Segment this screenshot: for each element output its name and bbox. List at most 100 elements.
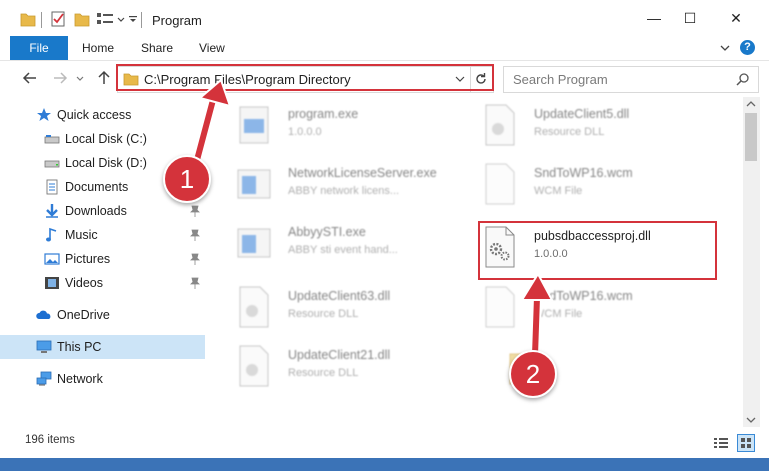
- executable-icon: [237, 228, 271, 258]
- file-explorer-window: Program — ☐ ✕ File Home Share View ? C:\…: [0, 0, 769, 471]
- pin-icon[interactable]: [190, 229, 200, 241]
- file-icon: [485, 286, 515, 328]
- videos-icon: [45, 277, 59, 289]
- folder-icon: [20, 13, 36, 27]
- dll-file-icon: [485, 104, 515, 146]
- maximize-button[interactable]: ☐: [667, 0, 713, 36]
- pictures-icon: [44, 253, 60, 265]
- sidebar-item-music[interactable]: Music: [0, 223, 205, 247]
- sidebar-item-downloads[interactable]: Downloads: [0, 199, 205, 223]
- back-arrow-icon[interactable]: [20, 68, 40, 88]
- navigation-pane: Quick access Local Disk (C:) Local Disk …: [0, 97, 205, 427]
- address-highlight-box: [116, 64, 494, 91]
- sidebar-item-onedrive[interactable]: OneDrive: [0, 303, 205, 327]
- drive-icon: [44, 135, 60, 144]
- large-icons-view-icon[interactable]: [737, 434, 755, 452]
- file-meta: Resource DLL: [534, 126, 605, 138]
- customize-qat-icon[interactable]: [128, 9, 138, 29]
- sidebar-item-label: Local Disk (D:): [65, 156, 147, 170]
- new-folder-icon[interactable]: [74, 9, 90, 29]
- forward-arrow-icon[interactable]: [50, 68, 70, 88]
- help-icon[interactable]: ?: [740, 40, 755, 55]
- sidebar-item-label: Documents: [65, 180, 129, 194]
- file-name: SndToWP16.wcm: [534, 289, 633, 303]
- close-button[interactable]: ✕: [713, 0, 759, 36]
- file-name: UpdateClient21.dll: [288, 348, 391, 362]
- sidebar-item-label: Quick access: [57, 108, 132, 122]
- list-item[interactable]: AbbyySTI.exe ABBY sti event hand...: [234, 217, 469, 271]
- expand-ribbon-icon[interactable]: [719, 42, 731, 54]
- up-arrow-icon[interactable]: [94, 68, 114, 88]
- file-meta: WCM File: [534, 185, 583, 197]
- sidebar-item-label: Downloads: [65, 204, 127, 218]
- search-placeholder: Search Program: [513, 72, 608, 87]
- file-meta: ABBY sti event hand...: [288, 244, 398, 256]
- music-icon: [46, 227, 57, 242]
- dll-file-icon: [239, 286, 269, 328]
- vertical-scrollbar[interactable]: [743, 97, 760, 427]
- sidebar-item-label: Network: [57, 372, 103, 386]
- file-meta: ABBY network licens...: [288, 185, 400, 197]
- chevron-down-icon[interactable]: [116, 9, 126, 29]
- network-icon: [36, 371, 52, 386]
- sidebar-item-label: Local Disk (C:): [65, 132, 147, 146]
- sidebar-item-label: OneDrive: [57, 308, 110, 322]
- file-meta: WCM File: [534, 308, 583, 320]
- list-item[interactable]: UpdateClient21.dll Resource DLL: [234, 340, 469, 394]
- list-item[interactable]: UpdateClient63.dll Resource DLL: [234, 281, 469, 335]
- list-item[interactable]: SndToWP16.wcm WCM File: [480, 158, 715, 212]
- search-input[interactable]: Search Program: [503, 66, 759, 93]
- file-name: AbbyySTI.exe: [288, 225, 366, 239]
- drive-icon: [44, 160, 60, 168]
- computer-icon: [36, 340, 52, 353]
- search-icon[interactable]: [736, 72, 750, 86]
- desktop-taskbar-edge: [0, 458, 769, 471]
- sidebar-item-label: This PC: [57, 340, 102, 354]
- download-icon: [46, 204, 58, 218]
- callout-badge-2: 2: [509, 350, 557, 398]
- tab-view[interactable]: View: [199, 36, 225, 60]
- recent-locations-icon[interactable]: [74, 68, 86, 88]
- list-item[interactable]: UpdateClient5.dll Resource DLL: [480, 99, 715, 153]
- executable-icon: [237, 169, 271, 199]
- file-name: UpdateClient5.dll: [534, 107, 630, 121]
- sidebar-item-this-pc[interactable]: This PC: [0, 335, 205, 359]
- list-item[interactable]: program.exe 1.0.0.0: [234, 99, 469, 153]
- sidebar-item-quick-access[interactable]: Quick access: [0, 103, 205, 127]
- status-bar: 196 items: [0, 428, 769, 458]
- pin-icon[interactable]: [190, 205, 200, 217]
- file-meta: 1.0.0.0: [288, 126, 322, 138]
- tab-file[interactable]: File: [10, 36, 68, 60]
- sidebar-item-label: Music: [65, 228, 98, 242]
- scrollbar-thumb[interactable]: [745, 113, 757, 161]
- scroll-up-icon[interactable]: [746, 100, 756, 108]
- details-view-icon[interactable]: [713, 436, 729, 450]
- tab-share[interactable]: Share: [141, 36, 173, 60]
- file-name: NetworkLicenseServer.exe: [288, 166, 437, 180]
- sidebar-item-local-disk-c[interactable]: Local Disk (C:): [0, 127, 205, 151]
- sidebar-item-network[interactable]: Network: [0, 367, 205, 391]
- documents-icon: [46, 179, 58, 195]
- sidebar-item-pictures[interactable]: Pictures: [0, 247, 205, 271]
- executable-icon: [239, 106, 269, 144]
- list-item[interactable]: SndToWP16.wcm WCM File: [480, 281, 715, 335]
- ribbon-tabs: File Home Share View ?: [0, 36, 769, 61]
- file-name: program.exe: [288, 107, 359, 121]
- file-name: UpdateClient63.dll: [288, 289, 391, 303]
- list-item[interactable]: NetworkLicenseServer.exe ABBY network li…: [234, 158, 469, 212]
- window-title: Program: [152, 13, 202, 28]
- file-meta: Resource DLL: [288, 308, 359, 320]
- sidebar-item-label: Videos: [65, 276, 103, 290]
- file-name: SndToWP16.wcm: [534, 166, 633, 180]
- tab-home[interactable]: Home: [82, 36, 114, 60]
- sidebar-item-videos[interactable]: Videos: [0, 271, 205, 295]
- pin-icon[interactable]: [190, 253, 200, 265]
- pin-icon[interactable]: [190, 277, 200, 289]
- dll-file-icon: [239, 345, 269, 387]
- cloud-icon: [36, 310, 51, 319]
- sidebar-item-label: Pictures: [65, 252, 111, 266]
- view-details-icon[interactable]: [96, 9, 114, 29]
- properties-icon[interactable]: [50, 9, 66, 29]
- scroll-down-icon[interactable]: [746, 416, 756, 424]
- file-highlight-box: [478, 221, 717, 280]
